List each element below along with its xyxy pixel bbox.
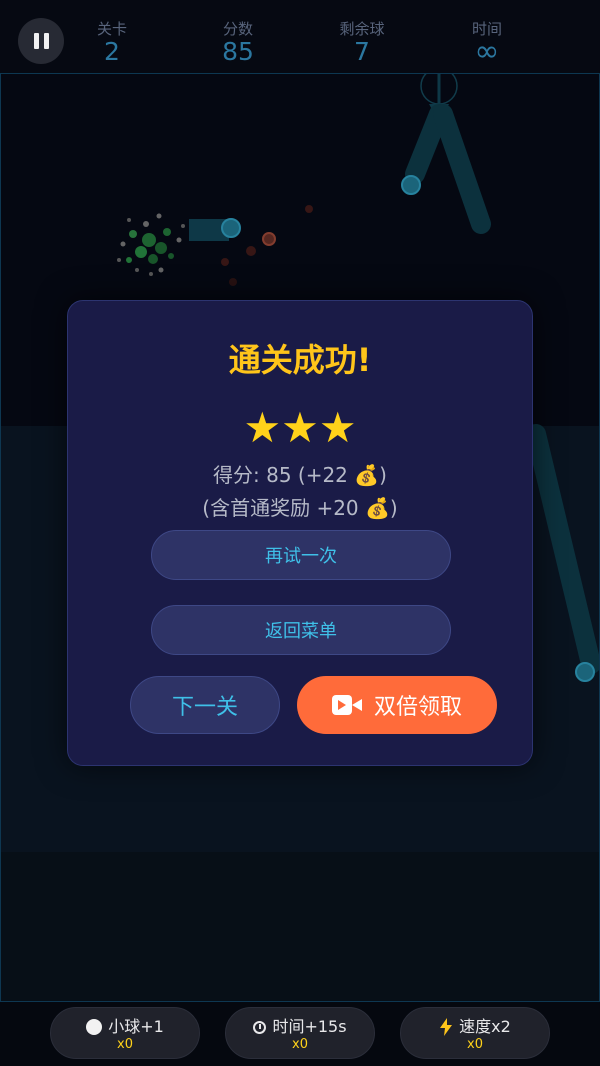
back-to-menu-button[interactable]: 返回菜单 — [151, 605, 451, 655]
target-dot — [262, 232, 276, 246]
powerup-count: x0 — [117, 1037, 133, 1052]
star-rating: ★★★ — [243, 403, 357, 452]
powerup-name: 速度x2 — [459, 1017, 511, 1036]
top-hud: 关卡 2 分数 85 剩余球 7 时间 ∞ — [0, 0, 600, 74]
pause-icon — [33, 33, 39, 49]
time-value: ∞ — [474, 34, 500, 69]
dialog-title: 通关成功! — [228, 341, 372, 379]
powerup-speed[interactable]: 速度x2 x0 — [400, 1007, 550, 1059]
balls-label: 剩余球 — [339, 20, 385, 38]
video-camera-icon — [331, 695, 362, 715]
ball-icon — [86, 1019, 103, 1035]
balls-stat: 剩余球 7 — [302, 20, 422, 66]
ball — [575, 662, 595, 682]
level-stat: 关卡 2 — [52, 20, 172, 66]
powerup-count: x0 — [292, 1037, 308, 1052]
target-dot — [229, 278, 237, 286]
score-value: 85 — [222, 37, 254, 66]
next-level-button[interactable]: 下一关 — [130, 676, 280, 734]
powerup-extra-time[interactable]: 时间+15s x0 — [225, 1007, 375, 1059]
lower-zone — [1, 852, 599, 1001]
powerup-name: 时间+15s — [272, 1017, 347, 1036]
first-clear-bonus: (含首通奖励 +20 💰) — [202, 496, 398, 520]
score-stat: 分数 85 — [178, 20, 298, 66]
lightning-icon — [440, 1018, 453, 1036]
time-stat: 时间 ∞ — [427, 20, 547, 69]
timer-icon — [253, 1020, 267, 1034]
level-value: 2 — [104, 37, 120, 66]
ball — [221, 218, 241, 238]
ball — [401, 175, 421, 195]
double-reward-label: 双倍领取 — [373, 695, 462, 720]
target-dot — [246, 246, 256, 256]
retry-button[interactable]: 再试一次 — [151, 530, 451, 580]
target-dot — [221, 258, 229, 266]
score-result: 得分: 85 (+22 💰) — [213, 463, 387, 487]
powerup-bar: 小球+1 x0 时间+15s x0 速度x2 x0 — [0, 1002, 600, 1066]
powerup-name: 小球+1 — [108, 1017, 164, 1036]
balls-value: 7 — [354, 37, 370, 66]
powerup-extra-ball[interactable]: 小球+1 x0 — [50, 1007, 200, 1059]
powerup-count: x0 — [467, 1037, 483, 1052]
level-label: 关卡 — [96, 20, 127, 38]
double-reward-button[interactable]: 双倍领取 — [297, 676, 497, 734]
target-dot — [305, 205, 313, 213]
level-complete-dialog: 通关成功! ★★★ 得分: 85 (+22 💰) (含首通奖励 +20 💰) 再… — [67, 300, 533, 766]
score-label: 分数 — [222, 20, 253, 38]
